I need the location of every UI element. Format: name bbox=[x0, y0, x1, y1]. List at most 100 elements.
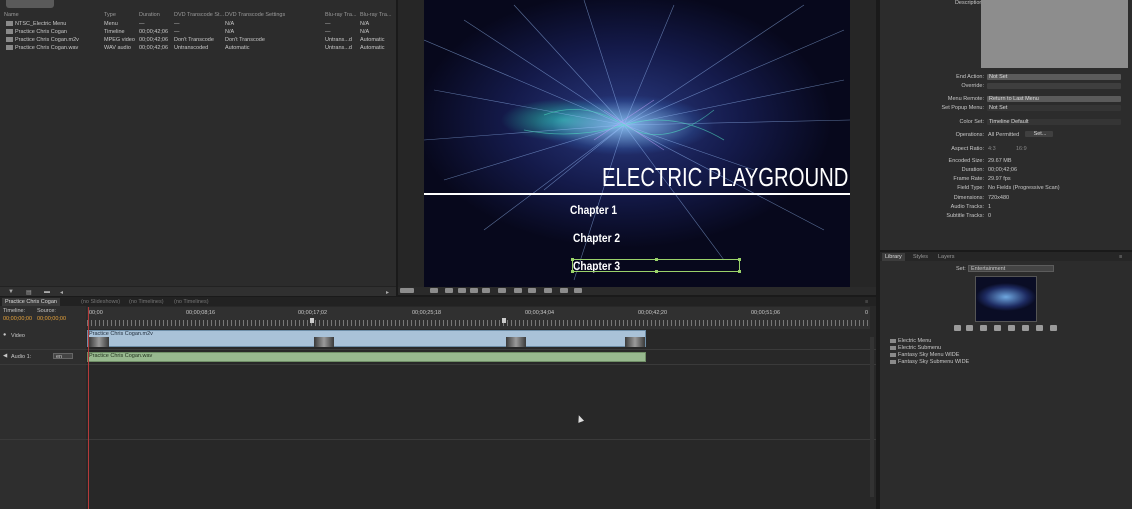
override-field[interactable] bbox=[987, 83, 1121, 89]
list-item[interactable]: Electric Menu bbox=[890, 338, 931, 345]
chapter-marker[interactable] bbox=[502, 318, 506, 323]
duration-value: 00;00;42;06 bbox=[988, 167, 1018, 173]
video-file-icon bbox=[6, 37, 13, 43]
popup-menu-select[interactable]: Not Set bbox=[987, 105, 1121, 111]
tab-timelines[interactable]: (no Timelines) bbox=[126, 298, 167, 306]
zoom-icon[interactable] bbox=[560, 288, 568, 293]
menu-title[interactable]: ELECTRIC PLAYGROUND bbox=[602, 162, 848, 193]
chapter-2-button[interactable]: Chapter 2 bbox=[573, 231, 620, 245]
encoded-size-value: 29.67 MB bbox=[988, 158, 1012, 164]
show-buttons-icon[interactable] bbox=[528, 288, 536, 293]
delete-icon[interactable]: ▬ bbox=[44, 289, 50, 295]
preview-icon[interactable] bbox=[458, 288, 466, 293]
col-type[interactable]: Type bbox=[104, 12, 116, 18]
button-link-icon[interactable] bbox=[514, 288, 522, 293]
menu-remote-field[interactable]: Return to Last Menu bbox=[987, 96, 1121, 102]
list-item[interactable]: Electric Submenu bbox=[890, 345, 941, 352]
align-icon[interactable] bbox=[482, 288, 490, 293]
tab-library[interactable]: Library bbox=[882, 253, 905, 261]
view-mode-icon[interactable] bbox=[400, 288, 414, 293]
col-name[interactable]: Name bbox=[4, 12, 19, 18]
panel-menu-icon[interactable]: ≡ bbox=[1116, 253, 1125, 261]
tab-styles[interactable]: Styles bbox=[910, 253, 931, 261]
routing-icon[interactable] bbox=[470, 288, 478, 293]
list-item[interactable]: Practice Chris Cogan.m2v MPEG video 00;0… bbox=[0, 37, 396, 45]
resize-handle[interactable] bbox=[655, 258, 658, 261]
list-item[interactable]: Practice Chris Cogan.wav WAV audio 00;00… bbox=[0, 45, 396, 53]
clip-thumbnail bbox=[89, 337, 109, 347]
col-dvd-settings[interactable]: DVD Transcode Settings bbox=[225, 12, 285, 18]
resize-handle[interactable] bbox=[571, 270, 574, 273]
time-ruler[interactable]: 00;00 00;00;08;16 00;00;17;02 00;00;25;1… bbox=[87, 307, 870, 329]
item-bd-settings: N/A bbox=[360, 21, 370, 27]
filter-icon[interactable]: ▼ bbox=[8, 289, 14, 295]
eye-icon[interactable]: ● bbox=[3, 332, 6, 338]
grid-icon[interactable] bbox=[445, 288, 453, 293]
button-filter-icon[interactable] bbox=[980, 325, 987, 331]
col-bd-status[interactable]: Blu-ray Tra... bbox=[325, 12, 356, 18]
chapter-marker[interactable] bbox=[310, 318, 314, 323]
source-timecode[interactable]: 00;00;00;00 bbox=[37, 316, 66, 322]
image-filter-icon[interactable] bbox=[994, 325, 1001, 331]
playhead[interactable] bbox=[88, 307, 89, 509]
audio-clip[interactable]: Practice Chris Cogan.wav bbox=[87, 352, 646, 362]
track-divider bbox=[0, 439, 876, 440]
forward-icon[interactable]: ▸ bbox=[386, 289, 389, 296]
fit-icon[interactable] bbox=[574, 288, 582, 293]
col-dvd-status[interactable]: DVD Transcode St... bbox=[174, 12, 224, 18]
col-bd-settings[interactable]: Blu-ray Tra... bbox=[360, 12, 391, 18]
list-item[interactable]: Fantasy Sky Menu WIDE bbox=[890, 352, 959, 359]
resize-handle[interactable] bbox=[738, 270, 741, 273]
list-item[interactable]: Fantasy Sky Submenu WIDE bbox=[890, 359, 969, 366]
video-clip[interactable]: Practice Chris Cogan.m2v bbox=[87, 330, 646, 347]
folder-icon[interactable] bbox=[1008, 325, 1015, 331]
new-item-icon[interactable]: ▤ bbox=[26, 289, 32, 296]
toggle-safe-area-icon[interactable] bbox=[430, 288, 438, 293]
aspect-4-3-option[interactable]: 4:3 bbox=[988, 146, 996, 152]
ruler-ticks bbox=[87, 320, 870, 326]
description-field[interactable] bbox=[981, 0, 1128, 68]
color-set-label: Color Set: bbox=[959, 119, 984, 125]
tab-layers[interactable]: Layers bbox=[935, 253, 958, 261]
view-icon[interactable] bbox=[954, 325, 961, 331]
menu-filter-icon[interactable] bbox=[966, 325, 973, 331]
color-set-select[interactable]: Timeline Default bbox=[987, 119, 1121, 125]
tab-slideshows[interactable]: (no Slideshows) bbox=[78, 298, 123, 306]
resize-handle[interactable] bbox=[571, 258, 574, 261]
project-panel-tab[interactable] bbox=[6, 0, 54, 8]
timeline-timecode[interactable]: 00;00;00;00 bbox=[3, 316, 32, 322]
resize-handle[interactable] bbox=[655, 270, 658, 273]
back-icon[interactable]: ◂ bbox=[60, 289, 63, 296]
place-icon[interactable] bbox=[1036, 325, 1043, 331]
set-select[interactable]: Entertainment bbox=[968, 265, 1054, 272]
menu-icon bbox=[890, 338, 896, 343]
tab-practice-chris-cogan[interactable]: Practice Chris Cogan bbox=[2, 298, 60, 306]
item-dvd-settings: Automatic bbox=[225, 45, 250, 51]
speaker-icon[interactable]: ◀ bbox=[3, 353, 7, 359]
item-type: Timeline bbox=[104, 29, 125, 35]
text-filter-icon[interactable] bbox=[1022, 325, 1029, 331]
project-column-headers: Name Type Duration DVD Transcode St... D… bbox=[0, 12, 396, 20]
vertical-scrollbar[interactable] bbox=[870, 337, 874, 497]
aspect-16-9-option[interactable]: 16:9 bbox=[1016, 146, 1027, 152]
end-action-field[interactable]: Not Set bbox=[987, 74, 1121, 80]
video-track-header[interactable]: ● Video bbox=[0, 331, 86, 343]
list-item[interactable]: Practice Chris Cogan Timeline 00;00;42;0… bbox=[0, 29, 396, 37]
tab-timelines-2[interactable]: (no Timelines) bbox=[171, 298, 212, 306]
col-duration[interactable]: Duration bbox=[139, 12, 160, 18]
resize-handle[interactable] bbox=[738, 258, 741, 261]
project-panel: Name Type Duration DVD Transcode St... D… bbox=[0, 0, 396, 287]
new-item-icon[interactable] bbox=[1050, 325, 1057, 331]
list-item-label: Fantasy Sky Submenu WIDE bbox=[898, 359, 970, 365]
properties-panel: Description: End Action: Not Set Overrid… bbox=[880, 0, 1132, 250]
list-item[interactable]: NTSC_Electric Menu Menu — — N/A — N/A bbox=[0, 21, 396, 29]
menu-canvas[interactable]: ELECTRIC PLAYGROUND Chapter 1 Chapter 2 … bbox=[424, 0, 850, 287]
operations-set-button[interactable]: Set... bbox=[1025, 131, 1053, 137]
panel-menu-icon[interactable]: ≡ bbox=[862, 298, 871, 306]
chapter-1-button[interactable]: Chapter 1 bbox=[570, 203, 617, 217]
ruler-label: 00;00 bbox=[89, 310, 103, 316]
distribute-icon[interactable] bbox=[498, 288, 506, 293]
item-duration: 00;00;42;06 bbox=[139, 37, 169, 43]
audio-language-select[interactable]: en bbox=[53, 353, 73, 360]
highlight-icon[interactable] bbox=[544, 288, 552, 293]
